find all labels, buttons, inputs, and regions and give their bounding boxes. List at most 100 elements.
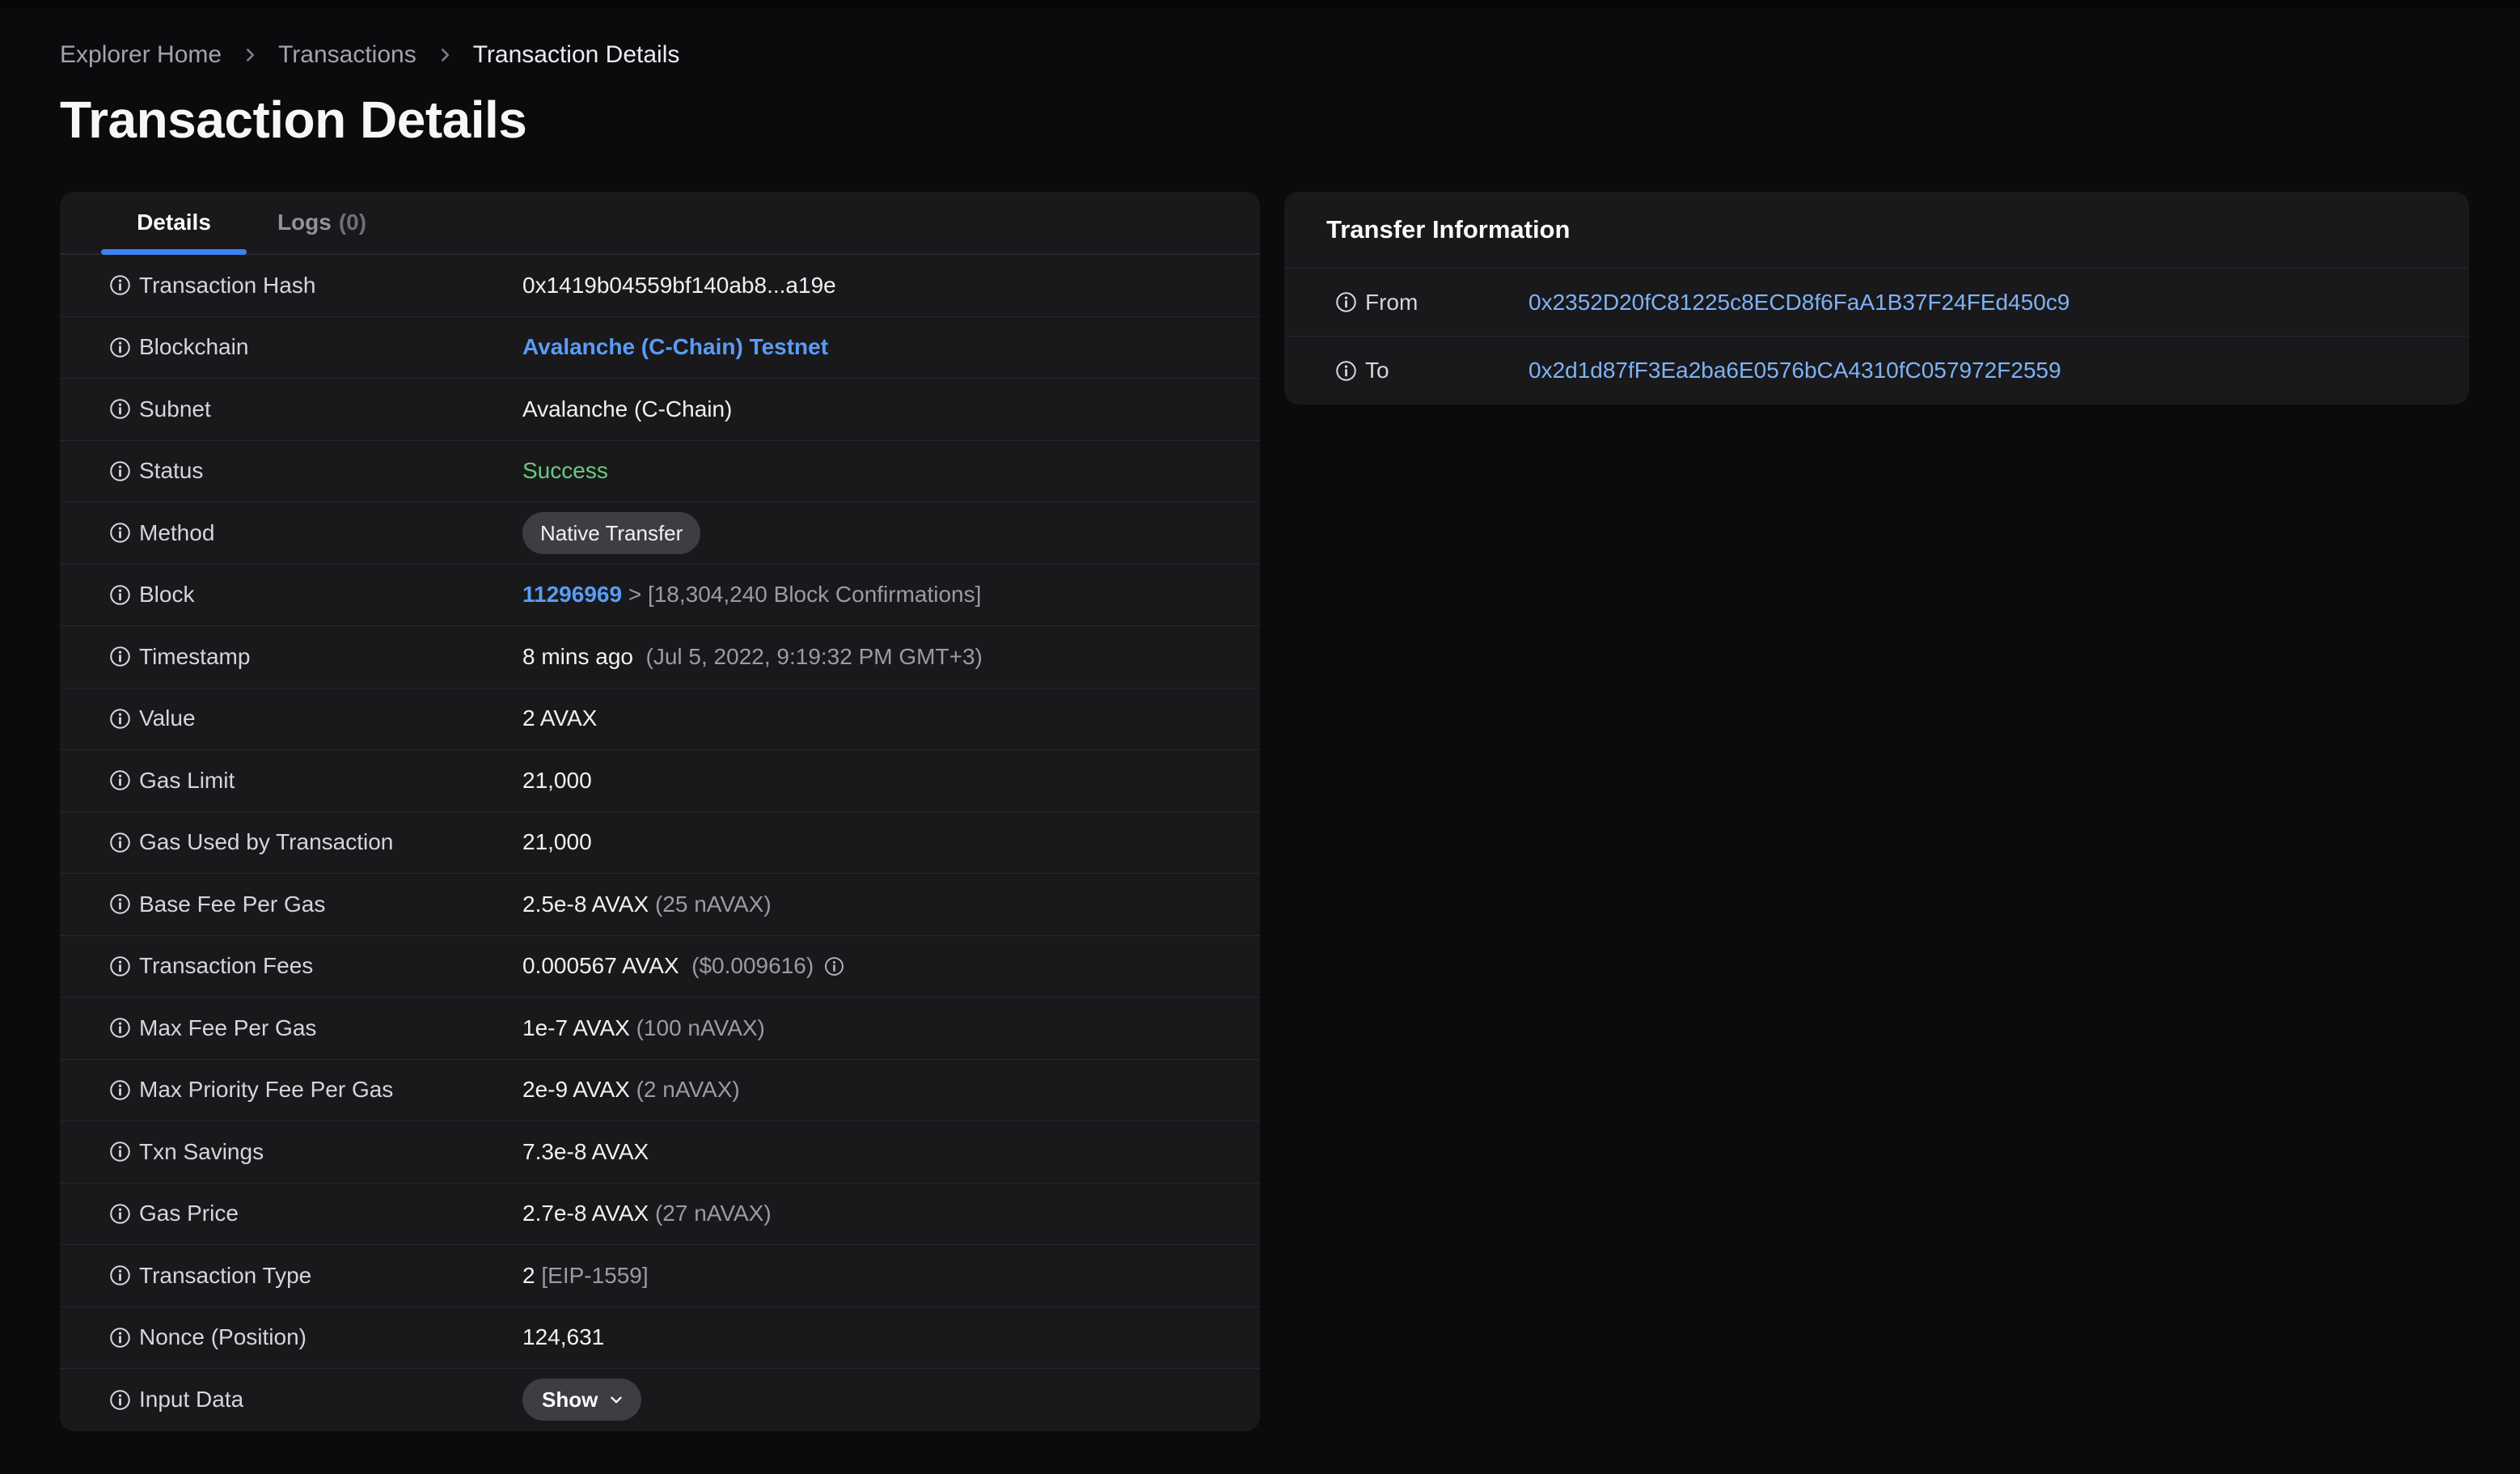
tab-logs[interactable]: Logs (0) — [255, 192, 389, 253]
from-label: From — [1365, 289, 1419, 315]
nonce-position-label: Nonce (Position) — [139, 1324, 307, 1350]
transaction-hash-value: 0x1419b04559bf140ab8...a19e — [522, 273, 836, 299]
transaction-fees-value: 0.000567 AVAX ($0.009616) — [522, 953, 845, 979]
gas-used-by-transaction-label: Gas Used by Transaction — [139, 829, 394, 855]
value-text: [EIP-1559] — [535, 1262, 649, 1288]
value-text: 0x1419b04559bf140ab8...a19e — [522, 272, 836, 298]
from-address-link[interactable]: 0x2352D20fC81225c8ECD8f6FaA1B37F24FEd450… — [1528, 290, 2070, 316]
info-icon[interactable] — [108, 1140, 132, 1163]
gas-limit-label: Gas Limit — [139, 767, 235, 793]
chevron-right-icon — [434, 44, 455, 66]
info-icon[interactable] — [108, 1016, 132, 1040]
info-icon[interactable] — [108, 273, 132, 297]
value-text: 2.7e-8 AVAX — [522, 1201, 649, 1226]
tab-logs-label: Logs — [277, 210, 332, 235]
value-text: Success — [522, 458, 608, 484]
value-text: > [18,304,240 Block Confirmations] — [622, 582, 982, 608]
info-icon[interactable] — [823, 955, 845, 977]
info-icon[interactable] — [1334, 359, 1358, 383]
info-icon[interactable] — [108, 1388, 132, 1412]
tab-details[interactable]: Details — [101, 192, 247, 255]
block-link[interactable]: 11296969 — [522, 582, 622, 608]
max-priority-fee-per-gas-value: 2e-9 AVAX (2 nAVAX) — [522, 1077, 740, 1103]
value-text: (100 nAVAX) — [629, 1014, 765, 1040]
method-value: Native Transfer — [522, 511, 701, 554]
transfer-row-from: From 0x2352D20fC81225c8ECD8f6FaA1B37F24F… — [1284, 269, 2469, 337]
value-text: 21,000 — [522, 829, 592, 855]
value-text: 0.000567 AVAX — [522, 953, 679, 979]
nonce-position-value: 124,631 — [522, 1324, 604, 1350]
transaction-type-label: Transaction Type — [139, 1262, 312, 1288]
info-icon[interactable] — [108, 521, 132, 544]
value-text: 1e-7 AVAX — [522, 1014, 630, 1040]
breadcrumb-explorer-home[interactable]: Explorer Home — [60, 41, 222, 69]
value-text: 2 AVAX — [522, 705, 598, 731]
value-text: 21,000 — [522, 767, 592, 793]
info-icon[interactable] — [108, 892, 132, 916]
info-icon[interactable] — [108, 1264, 132, 1287]
transaction-details-page: Explorer Home Transactions Transaction D… — [0, 7, 2520, 1431]
txn-savings-value: 7.3e-8 AVAX — [522, 1139, 649, 1165]
info-icon[interactable] — [108, 336, 132, 359]
value-text: 2 — [522, 1262, 535, 1288]
detail-row-status: Status Success — [60, 441, 1260, 502]
transaction-fees-label: Transaction Fees — [139, 953, 314, 979]
subnet-value: Avalanche (C-Chain) — [522, 396, 732, 422]
info-icon[interactable] — [108, 583, 132, 607]
window-top-edge — [0, 0, 2520, 7]
detail-row-gas-price: Gas Price 2.7e-8 AVAX (27 nAVAX) — [60, 1184, 1260, 1245]
detail-row-base-fee-per-gas: Base Fee Per Gas 2.5e-8 AVAX (25 nAVAX) — [60, 874, 1260, 936]
show-button-label: Show — [542, 1387, 598, 1413]
chevron-right-icon — [239, 44, 260, 66]
blockchain-label: Blockchain — [139, 334, 249, 360]
txn-savings-label: Txn Savings — [139, 1138, 264, 1164]
subnet-label: Subnet — [139, 396, 211, 421]
chevron-down-icon — [607, 1391, 625, 1408]
to-address-link[interactable]: 0x2d1d87fF3Ea2ba6E0576bCA4310fC057972F25… — [1528, 358, 2061, 383]
blockchain-link[interactable]: Avalanche (C-Chain) Testnet — [522, 334, 828, 360]
breadcrumb: Explorer Home Transactions Transaction D… — [60, 41, 2480, 69]
detail-row-gas-used-by-transaction: Gas Used by Transaction 21,000 — [60, 812, 1260, 874]
blockchain-value: Avalanche (C-Chain) Testnet — [522, 334, 828, 360]
info-icon[interactable] — [108, 831, 132, 854]
detail-row-nonce-position: Nonce (Position) 124,631 — [60, 1307, 1260, 1369]
gas-price-value: 2.7e-8 AVAX (27 nAVAX) — [522, 1201, 772, 1226]
value-text: 8 mins ago — [522, 643, 633, 669]
block-value: 11296969 > [18,304,240 Block Confirmatio… — [522, 582, 981, 608]
input-data-show-button[interactable]: Show — [522, 1379, 642, 1421]
value-text: Avalanche (C-Chain) — [522, 396, 733, 421]
input-data-label: Input Data — [139, 1387, 244, 1413]
gas-used-by-transaction-value: 21,000 — [522, 829, 592, 855]
info-icon[interactable] — [108, 460, 132, 483]
detail-row-subnet: Subnet Avalanche (C-Chain) — [60, 379, 1260, 441]
base-fee-per-gas-label: Base Fee Per Gas — [139, 891, 326, 917]
detail-row-transaction-type: Transaction Type 2 [EIP-1559] — [60, 1245, 1260, 1307]
max-fee-per-gas-value: 1e-7 AVAX (100 nAVAX) — [522, 1015, 765, 1041]
detail-row-method: Method Native Transfer — [60, 502, 1260, 565]
value-text: ($0.009616) — [679, 953, 814, 979]
info-icon[interactable] — [108, 707, 132, 731]
detail-row-timestamp: Timestamp 8 mins ago (Jul 5, 2022, 9:19:… — [60, 626, 1260, 688]
value-value: 2 AVAX — [522, 705, 597, 731]
breadcrumb-transactions[interactable]: Transactions — [278, 41, 416, 69]
transfer-information-card: Transfer Information From 0x2352D20fC812… — [1284, 192, 2469, 405]
info-icon[interactable] — [108, 1078, 132, 1102]
value-text: 7.3e-8 AVAX — [522, 1138, 649, 1164]
to-label: To — [1365, 358, 1389, 383]
info-icon[interactable] — [108, 955, 132, 978]
active-tab-underline — [101, 249, 247, 255]
timestamp-value: 8 mins ago (Jul 5, 2022, 9:19:32 PM GMT+… — [522, 644, 983, 670]
info-icon[interactable] — [108, 1202, 132, 1226]
status-value: Success — [522, 458, 608, 484]
info-icon[interactable] — [108, 1326, 132, 1349]
gas-price-label: Gas Price — [139, 1201, 239, 1226]
info-icon[interactable] — [108, 397, 132, 421]
transfer-row-to: To 0x2d1d87fF3Ea2ba6E0576bCA4310fC057972… — [1284, 337, 2469, 405]
info-icon[interactable] — [1334, 290, 1358, 314]
value-text: (Jul 5, 2022, 9:19:32 PM GMT+3) — [632, 643, 983, 669]
value-text: 124,631 — [522, 1324, 605, 1350]
info-icon[interactable] — [108, 645, 132, 668]
tab-bar: Details Logs (0) — [60, 192, 1260, 255]
info-icon[interactable] — [108, 769, 132, 792]
status-label: Status — [139, 458, 204, 484]
